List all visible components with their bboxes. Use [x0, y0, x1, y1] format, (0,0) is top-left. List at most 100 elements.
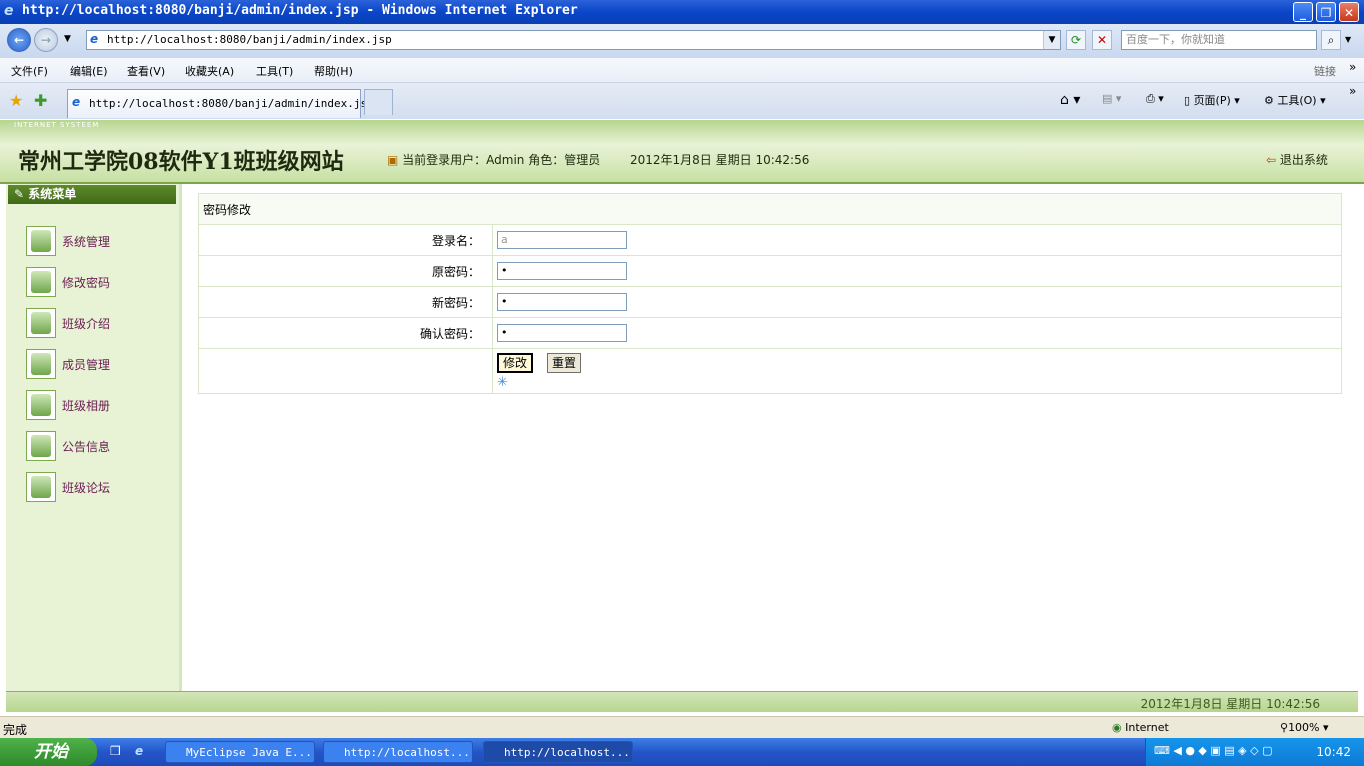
confirm-password-field[interactable]: •: [497, 324, 627, 342]
taskbar-button-ie-1[interactable]: http://localhost...: [323, 741, 473, 763]
start-button[interactable]: 开始: [0, 738, 97, 766]
home-icon[interactable]: ⌂ ▾: [1060, 92, 1080, 108]
user-icon: ▣: [387, 153, 399, 167]
current-user-info: ▣ 当前登录用户：Admin 角色：管理员: [387, 151, 600, 168]
zoom-icon: ⚲: [1280, 721, 1289, 734]
sidebar-item-label: 成员管理: [62, 358, 111, 372]
restore-button[interactable]: ❐: [1316, 2, 1336, 22]
tools-menu-label: 工具(O): [1277, 94, 1317, 107]
new-password-field[interactable]: •: [497, 293, 627, 311]
new-tab-button[interactable]: [364, 89, 393, 115]
ie-logo-icon: e: [4, 3, 14, 19]
print-icon[interactable]: ⎙ ▾: [1146, 92, 1164, 106]
minimize-button[interactable]: _: [1293, 2, 1313, 22]
address-text: http://localhost:8080/banji/admin/index.…: [107, 33, 392, 46]
search-icon[interactable]: ⌕: [1321, 30, 1341, 50]
history-dropdown-icon[interactable]: ▼: [64, 34, 71, 44]
loading-spinner-icon: ✳: [497, 375, 508, 390]
tools-menu[interactable]: ⚙ 工具(O) ▾: [1264, 92, 1326, 108]
sidebar-item-change-password[interactable]: 修改密码: [26, 267, 176, 301]
feeds-icon[interactable]: ▤ ▾: [1102, 92, 1121, 105]
user-avatar-icon: [26, 390, 56, 420]
edit-icon: ✎: [14, 187, 25, 201]
menu-bar: 文件(F) 编辑(E) 查看(V) 收藏夹(A) 工具(T) 帮助(H) 链接 …: [0, 58, 1364, 83]
refresh-icon[interactable]: ⟳: [1066, 30, 1086, 50]
password-form: 密码修改 登录名： a 原密码： • 新密码： • 确认密码： • 修改 重置 ✳: [198, 193, 1342, 394]
confirm-password-label: 确认密码：: [198, 317, 493, 349]
sidebar-item-members[interactable]: 成员管理: [26, 349, 176, 383]
sidebar: ✎ 系统菜单 系统管理 修改密码 班级介绍 成员管理 班级相册 公告信息 班级论…: [6, 184, 180, 691]
status-text: 完成: [3, 723, 28, 737]
taskbar-button-myeclipse[interactable]: MyEclipse Java E...: [165, 741, 315, 763]
search-input[interactable]: 百度一下，你就知道: [1121, 30, 1317, 50]
quicklaunch-ie-icon[interactable]: e: [135, 744, 143, 758]
site-header: INTERNET SYSTEEM 常州工学院08软件Y1班班级网站 ▣ 当前登录…: [0, 120, 1364, 184]
brand-strip: INTERNET SYSTEEM: [14, 121, 100, 129]
taskbar: 开始 ❒ e MyEclipse Java E... http://localh…: [0, 738, 1364, 766]
empty-cell: [198, 348, 493, 394]
menu-tools[interactable]: 工具(T): [256, 63, 293, 79]
user-avatar-icon: [26, 431, 56, 461]
menu-file[interactable]: 文件(F): [11, 63, 48, 79]
new-password-label: 新密码：: [198, 286, 493, 318]
user-info-text: 当前登录用户：Admin 角色：管理员: [402, 153, 601, 167]
old-password-field[interactable]: •: [497, 262, 627, 280]
zoom-control[interactable]: ⚲100% ▾: [1280, 721, 1329, 734]
site-title: 常州工学院08软件Y1班班级网站: [18, 149, 344, 175]
address-bar[interactable]: e http://localhost:8080/banji/admin/inde…: [86, 30, 1061, 50]
toolbar-chevron-icon[interactable]: »: [1349, 84, 1356, 98]
page-footer: 2012年1月8日 星期日 10:42:56: [6, 691, 1358, 712]
favorites-star-icon[interactable]: ★: [9, 91, 23, 110]
reset-button[interactable]: 重置: [547, 353, 582, 373]
sidebar-item-system[interactable]: 系统管理: [26, 226, 176, 260]
menu-edit[interactable]: 编辑(E): [70, 63, 108, 79]
submit-button[interactable]: 修改: [497, 353, 534, 373]
zone-label: Internet: [1125, 721, 1169, 734]
tray-clock[interactable]: 10:42: [1316, 745, 1351, 759]
menu-favorites[interactable]: 收藏夹(A): [185, 63, 234, 79]
sidebar-item-album[interactable]: 班级相册: [26, 390, 176, 424]
user-avatar-icon: [26, 472, 56, 502]
sidebar-item-label: 公告信息: [62, 440, 111, 454]
footer-datetime: 2012年1月8日 星期日 10:42:56: [1140, 697, 1320, 711]
security-zone[interactable]: ◉ Internet: [1112, 721, 1169, 734]
menu-help[interactable]: 帮助(H): [314, 63, 353, 79]
quicklaunch-explorer-icon[interactable]: ❒: [110, 744, 121, 758]
globe-icon: ◉: [1112, 721, 1122, 734]
zoom-level: 100%: [1288, 721, 1320, 734]
main-content: 密码修改 登录名： a 原密码： • 新密码： • 确认密码： • 修改 重置 ✳: [182, 184, 1358, 691]
address-toolbar: ← → ▼ e http://localhost:8080/banji/admi…: [0, 24, 1364, 58]
login-name-field[interactable]: a: [497, 231, 627, 249]
user-avatar-icon: [26, 349, 56, 379]
login-name-label: 登录名：: [198, 224, 493, 256]
tray-icons[interactable]: ⌨ ◀ ● ◆ ▣ ▤ ◈ ◇ ▢: [1154, 744, 1272, 757]
page-icon: e: [90, 32, 99, 46]
address-dropdown-icon[interactable]: ▼: [1043, 31, 1060, 49]
tab-active[interactable]: e http://localhost:8080/banji/admin/inde…: [67, 89, 374, 118]
sidebar-item-label: 班级相册: [62, 399, 111, 413]
page-menu[interactable]: ▯ 页面(P) ▾: [1184, 92, 1240, 108]
sidebar-item-notices[interactable]: 公告信息: [26, 431, 176, 465]
tab-bar: ★ ✚ e http://localhost:8080/banji/admin/…: [0, 83, 1364, 119]
chevron-right-icon[interactable]: »: [1349, 60, 1356, 74]
sidebar-item-forum[interactable]: 班级论坛: [26, 472, 176, 506]
taskbar-button-ie-2[interactable]: http://localhost...: [483, 741, 633, 763]
logout-icon: ⇦: [1266, 153, 1277, 167]
header-datetime: 2012年1月8日 星期日 10:42:56: [630, 153, 810, 167]
add-favorite-icon[interactable]: ✚: [34, 91, 47, 110]
window-title-bar[interactable]: e http://localhost:8080/banji/admin/inde…: [0, 0, 1364, 24]
sidebar-item-label: 修改密码: [62, 276, 111, 290]
menu-view[interactable]: 查看(V): [127, 63, 165, 79]
search-options-icon[interactable]: ▼: [1345, 35, 1351, 44]
stop-icon[interactable]: ✕: [1092, 30, 1112, 50]
sidebar-item-class-intro[interactable]: 班级介绍: [26, 308, 176, 342]
links-toolbar[interactable]: 链接: [1314, 63, 1336, 79]
logout-link[interactable]: ⇦ 退出系统: [1266, 151, 1328, 168]
forward-button[interactable]: →: [34, 28, 58, 52]
user-avatar-icon: [26, 226, 56, 256]
back-button[interactable]: ←: [7, 28, 31, 52]
window-title: http://localhost:8080/banji/admin/index.…: [22, 3, 578, 18]
sidebar-item-label: 系统管理: [62, 235, 111, 249]
logout-label: 退出系统: [1279, 153, 1328, 167]
close-button[interactable]: ✕: [1339, 2, 1359, 22]
